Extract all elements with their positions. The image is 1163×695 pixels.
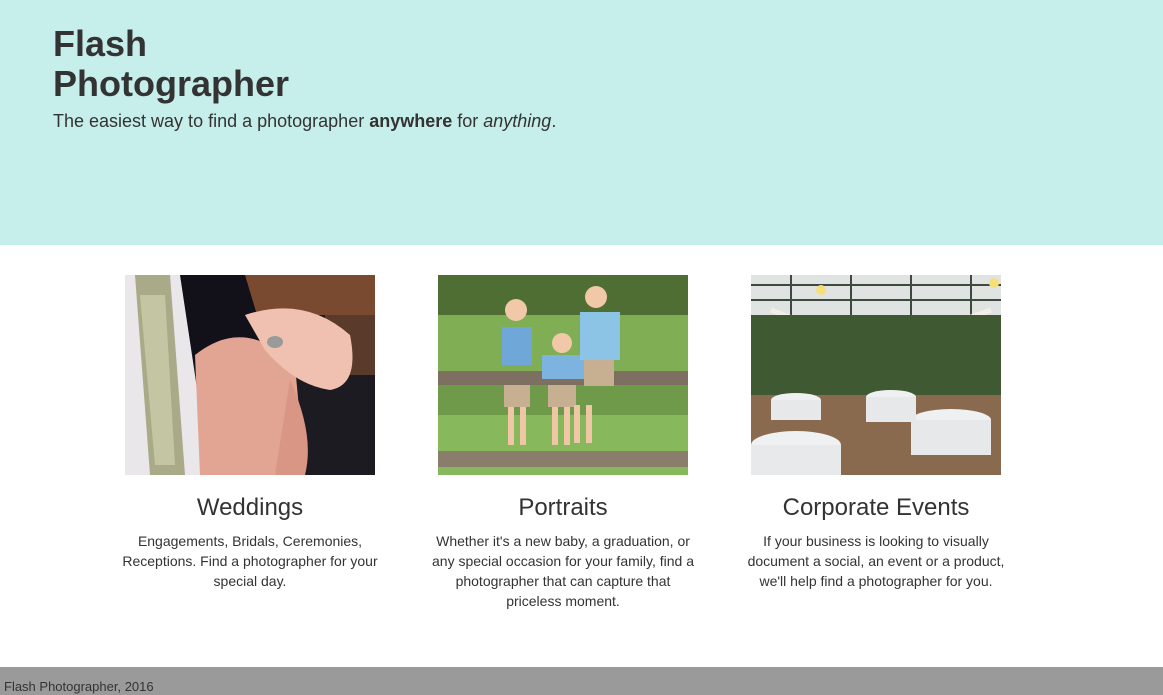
site-title-line-1: Flash	[53, 23, 148, 64]
service-description: Engagements, Bridals, Ceremonies, Recept…	[122, 533, 378, 589]
service-title: Portraits	[518, 494, 608, 521]
wedding-rings-photo	[125, 275, 375, 475]
service-card-corporate-events: Corporate Events If your business is loo…	[748, 275, 1004, 591]
service-title: Weddings	[196, 494, 304, 521]
service-title: Corporate Events	[782, 494, 970, 521]
tagline-text-start: The easiest way to find a photographer	[53, 111, 370, 131]
children-portrait-photo	[438, 275, 688, 475]
tagline-text-middle: for	[452, 111, 484, 131]
footer-copyright: Flash Photographer, 2016	[4, 679, 154, 694]
event-venue-photo	[751, 275, 1001, 475]
tagline-text-end: .	[551, 111, 557, 131]
service-description: If your business is looking to visually …	[747, 533, 1005, 589]
site-title: Flash Photographer	[53, 24, 289, 104]
service-description: Whether it's a new baby, a graduation, o…	[432, 533, 694, 609]
page: Flash Photographer The easiest way to fi…	[0, 0, 1163, 695]
tagline: The easiest way to find a photographer a…	[53, 110, 556, 132]
tagline-italic: anything	[483, 111, 552, 131]
site-title-line-2: Photographer	[53, 63, 290, 104]
service-card-portraits: Portraits Whether it's a new baby, a gra…	[432, 275, 694, 611]
tagline-bold: anywhere	[369, 111, 453, 131]
service-card-weddings: Weddings Engagements, Bridals, Ceremonie…	[122, 275, 378, 591]
footer: Flash Photographer, 2016	[0, 667, 1163, 695]
hero-banner: Flash Photographer The easiest way to fi…	[0, 0, 1163, 245]
